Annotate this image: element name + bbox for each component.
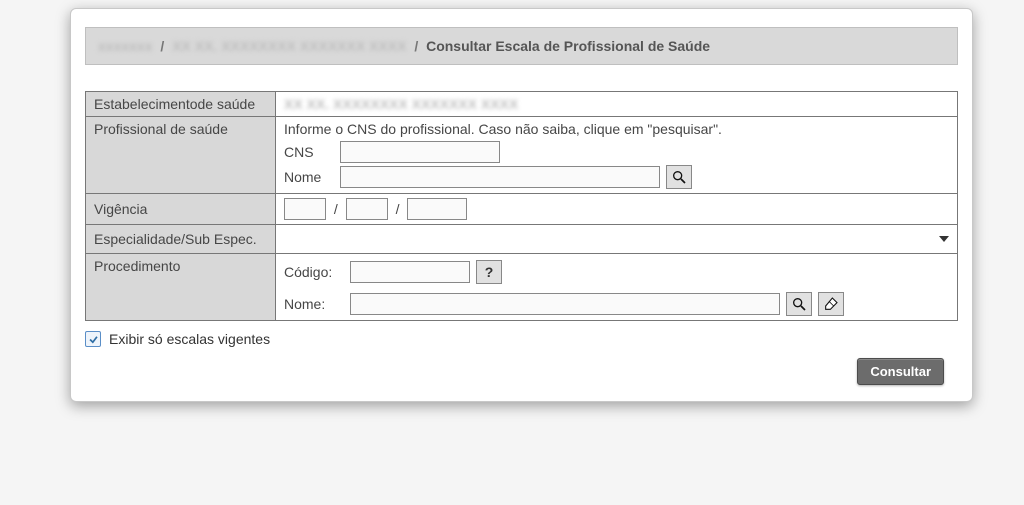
- consultar-button[interactable]: Consultar: [857, 358, 944, 385]
- cns-input[interactable]: [340, 141, 500, 163]
- date-separator: /: [392, 201, 404, 217]
- profissional-hint: Informe o CNS do profissional. Caso não …: [284, 121, 949, 137]
- breadcrumb-item-2[interactable]: XX XX. XXXXXXXX XXXXXXX XXXX: [172, 38, 406, 54]
- vigencia-cell: / /: [276, 194, 958, 225]
- checkbox-row: Exibir só escalas vigentes: [85, 331, 958, 347]
- search-profissional-button[interactable]: [666, 165, 692, 189]
- vigencia-year-input[interactable]: [407, 198, 467, 220]
- procedimento-cell: Código: ? Nome:: [276, 254, 958, 321]
- breadcrumb-separator: /: [410, 38, 422, 54]
- help-codigo-button[interactable]: ?: [476, 260, 502, 284]
- especialidade-cell: [276, 225, 958, 254]
- procedimento-nome-label: Nome:: [284, 296, 344, 312]
- label-procedimento: Procedimento: [86, 254, 276, 321]
- breadcrumb-separator: /: [156, 38, 168, 54]
- eraser-icon: [823, 296, 839, 312]
- value-estabelecimento-cell: XX XX. XXXXXXXX XXXXXXX XXXX: [276, 92, 958, 117]
- codigo-input[interactable]: [350, 261, 470, 283]
- question-icon: ?: [485, 264, 494, 280]
- vigencia-month-input[interactable]: [346, 198, 388, 220]
- form-panel: xxxxxxx / XX XX. XXXXXXXX XXXXXXX XXXX /…: [70, 8, 973, 402]
- magnifier-icon: [791, 296, 807, 312]
- breadcrumb-item-1[interactable]: xxxxxxx: [98, 38, 153, 54]
- magnifier-icon: [671, 169, 687, 185]
- especialidade-select[interactable]: [278, 227, 955, 251]
- profissional-cell: Informe o CNS do profissional. Caso não …: [276, 117, 958, 194]
- chevron-down-icon: [939, 236, 949, 242]
- breadcrumb: xxxxxxx / XX XX. XXXXXXXX XXXXXXX XXXX /…: [85, 27, 958, 65]
- cns-label: CNS: [284, 144, 334, 160]
- value-estabelecimento: XX XX. XXXXXXXX XXXXXXX XXXX: [284, 96, 518, 112]
- label-estabelecimento: Estabelecimentode saúde: [86, 92, 276, 117]
- check-icon: [88, 334, 99, 345]
- label-profissional: Profissional de saúde: [86, 117, 276, 194]
- search-procedimento-button[interactable]: [786, 292, 812, 316]
- vigencia-day-input[interactable]: [284, 198, 326, 220]
- exibir-vigentes-checkbox[interactable]: [85, 331, 101, 347]
- exibir-vigentes-label: Exibir só escalas vigentes: [109, 331, 270, 347]
- date-separator: /: [330, 201, 342, 217]
- label-vigencia: Vigência: [86, 194, 276, 225]
- label-especialidade: Especialidade/Sub Espec.: [86, 225, 276, 254]
- nome-input[interactable]: [340, 166, 660, 188]
- procedimento-nome-input[interactable]: [350, 293, 780, 315]
- form-table: Estabelecimentode saúde XX XX. XXXXXXXX …: [85, 91, 958, 321]
- codigo-label: Código:: [284, 264, 344, 280]
- nome-label: Nome: [284, 169, 334, 185]
- breadcrumb-current: Consultar Escala de Profissional de Saúd…: [426, 38, 710, 54]
- clear-procedimento-button[interactable]: [818, 292, 844, 316]
